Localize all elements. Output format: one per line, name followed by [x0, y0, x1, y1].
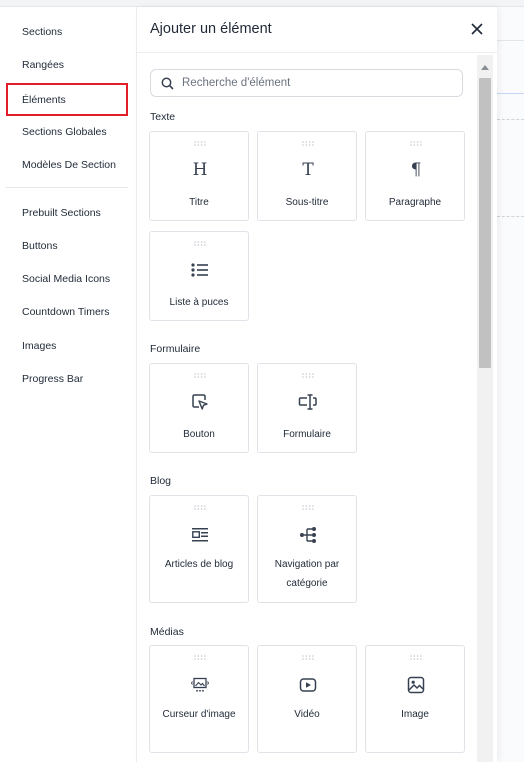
canvas-divider	[497, 40, 524, 41]
top-bar	[0, 0, 524, 7]
drag-handle-icon	[194, 141, 206, 146]
drag-handle-icon	[302, 373, 314, 378]
element-label: Navigation par catégorie	[274, 559, 340, 589]
search-input[interactable]	[182, 77, 442, 89]
scrollbar-thumb[interactable]	[479, 78, 491, 368]
drag-handle-icon	[410, 141, 422, 146]
drag-handle-icon	[194, 655, 206, 660]
sidebar-item-prebuilt-sections[interactable]: Prebuilt Sections	[6, 196, 128, 229]
panel-scrollbar[interactable]	[477, 55, 493, 762]
element-label: Titre	[189, 197, 209, 208]
drag-handle-icon	[302, 141, 314, 146]
sidebar-divider	[6, 187, 128, 188]
button-click-icon	[188, 392, 212, 412]
canvas-dashed-line	[497, 119, 524, 120]
drag-handle-icon	[302, 655, 314, 660]
element-label: Paragraphe	[388, 197, 442, 208]
sidebar-item-sections[interactable]: Sections	[6, 15, 128, 48]
element-card-title[interactable]: H Titre	[149, 131, 249, 221]
sidebar-item-elements[interactable]: Éléments	[6, 83, 128, 116]
bullet-list-icon	[188, 260, 212, 280]
element-card-paragraph[interactable]: ¶ Paragraphe	[365, 131, 465, 221]
image-slider-icon	[188, 675, 212, 695]
canvas-guide-line	[497, 93, 524, 94]
element-label: Articles de blog	[164, 559, 234, 570]
sidebar-item-global-sections[interactable]: Sections Globales	[6, 115, 128, 148]
sidebar-item-social-media-icons[interactable]: Social Media Icons	[6, 262, 128, 295]
subheading-icon: T	[302, 160, 314, 180]
sidebar-item-buttons[interactable]: Buttons	[6, 229, 128, 262]
drag-handle-icon	[194, 373, 206, 378]
element-card-image-slider[interactable]: Curseur d'image	[149, 645, 249, 753]
element-card-bullet-list[interactable]: Liste à puces	[149, 231, 249, 321]
scroll-up-arrow-icon[interactable]	[481, 65, 489, 70]
left-sidebar: Sections Rangées Éléments Sections Globa…	[0, 7, 137, 762]
element-label: Vidéo	[294, 709, 320, 720]
sidebar-item-progress-bar[interactable]: Progress Bar	[6, 362, 128, 395]
drag-handle-icon	[302, 505, 314, 510]
sidebar-item-section-templates[interactable]: Modèles De Section	[6, 148, 128, 181]
element-label: Curseur d'image	[162, 709, 236, 720]
panel-header: Ajouter un élément	[137, 7, 497, 53]
form-input-icon	[296, 392, 320, 412]
element-card-subtitle[interactable]: T Sous-titre	[257, 131, 357, 221]
drag-handle-icon	[410, 655, 422, 660]
drag-handle-icon	[194, 505, 206, 510]
sidebar-item-images[interactable]: Images	[6, 329, 128, 362]
drag-handle-icon	[194, 241, 206, 246]
add-element-panel: Ajouter un élément Texte H Titre T Sous-…	[137, 7, 497, 762]
element-label: Image	[401, 709, 429, 720]
element-card-button[interactable]: Bouton	[149, 363, 249, 453]
category-label-media: Médias	[150, 626, 184, 638]
close-button[interactable]	[467, 19, 487, 39]
element-card-image[interactable]: Image	[365, 645, 465, 753]
element-label: Formulaire	[283, 429, 331, 440]
category-label-text: Texte	[150, 111, 176, 123]
search-icon	[161, 77, 174, 90]
heading-icon: H	[192, 160, 208, 180]
canvas-dashed-line	[497, 216, 524, 217]
element-card-video[interactable]: Vidéo	[257, 645, 357, 753]
element-card-blog-posts[interactable]: Articles de blog	[149, 495, 249, 603]
sidebar-item-countdown-timers[interactable]: Countdown Timers	[6, 295, 128, 328]
image-icon	[404, 675, 428, 695]
element-label: Liste à puces	[169, 297, 229, 308]
video-icon	[296, 675, 320, 695]
category-tree-icon	[296, 525, 320, 545]
category-label-blog: Blog	[150, 475, 172, 487]
close-icon	[471, 23, 483, 35]
blog-posts-icon	[188, 525, 212, 545]
element-label: Sous-titre	[285, 197, 329, 208]
element-card-category-navigation[interactable]: Navigation par catégorie	[257, 495, 357, 603]
search-field[interactable]	[150, 69, 463, 97]
canvas-background	[497, 7, 524, 762]
element-card-form[interactable]: Formulaire	[257, 363, 357, 453]
category-label-form: Formulaire	[150, 343, 201, 355]
element-label: Bouton	[183, 429, 215, 440]
panel-title: Ajouter un élément	[150, 21, 272, 37]
sidebar-item-rows[interactable]: Rangées	[6, 48, 128, 81]
paragraph-icon: ¶	[410, 160, 422, 180]
